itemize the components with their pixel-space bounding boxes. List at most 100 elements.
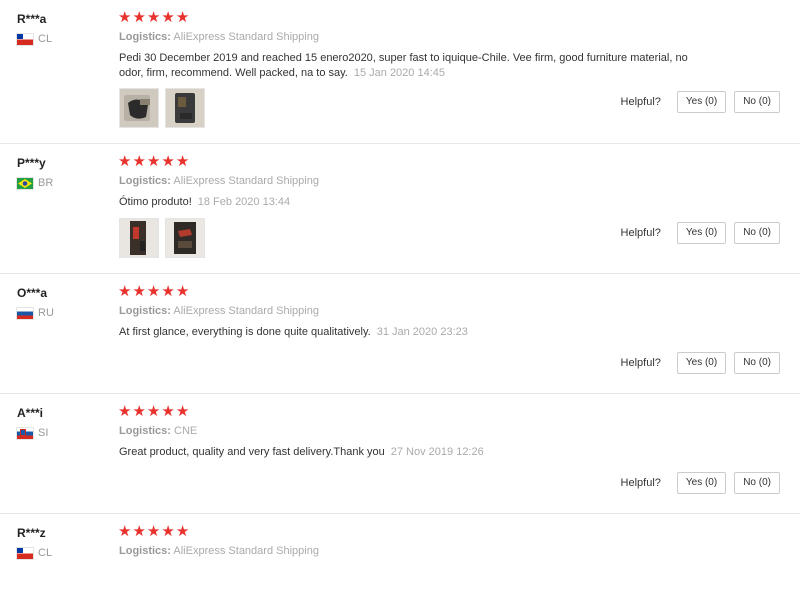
helpful-vote: Helpful? Yes (0) No (0) bbox=[621, 352, 780, 374]
review-item: P***y BR ★ ★ ★ ★ ★ Logistics: AliExpress… bbox=[0, 144, 800, 274]
review-body: Great product, quality and very fast del… bbox=[119, 446, 385, 458]
logistics-label: Logistics: bbox=[119, 175, 171, 187]
logistics-label: Logistics: bbox=[119, 305, 171, 317]
brazil-flag-icon bbox=[17, 177, 33, 189]
reviewer-name: P***y bbox=[17, 156, 46, 170]
logistics-value: AliExpress Standard Shipping bbox=[173, 545, 319, 557]
logistics-info: Logistics: CNE bbox=[119, 425, 197, 437]
reviewer-country: RU bbox=[17, 307, 54, 319]
star-icon: ★ bbox=[175, 523, 190, 540]
reviewer-name: R***z bbox=[17, 526, 46, 540]
star-icon: ★ bbox=[161, 523, 175, 540]
product-photo-icon bbox=[120, 219, 158, 257]
star-icon: ★ bbox=[146, 523, 161, 540]
helpful-vote: Helpful? Yes (0) No (0) bbox=[621, 472, 780, 494]
star-icon: ★ bbox=[146, 283, 161, 300]
star-icon: ★ bbox=[118, 523, 132, 540]
star-icon: ★ bbox=[132, 9, 146, 26]
russia-flag-icon bbox=[17, 307, 33, 319]
star-rating: ★ ★ ★ ★ ★ bbox=[118, 154, 190, 169]
star-icon: ★ bbox=[146, 403, 161, 420]
star-icon: ★ bbox=[161, 403, 175, 420]
logistics-info: Logistics: AliExpress Standard Shipping bbox=[119, 545, 319, 557]
star-icon: ★ bbox=[132, 153, 146, 170]
helpful-vote: Helpful? Yes (0) No (0) bbox=[621, 222, 780, 244]
reviewer-name: O***a bbox=[17, 286, 48, 300]
logistics-info: Logistics: AliExpress Standard Shipping bbox=[119, 305, 319, 317]
star-icon: ★ bbox=[132, 403, 146, 420]
star-icon: ★ bbox=[175, 153, 190, 170]
star-icon: ★ bbox=[175, 283, 190, 300]
logistics-info: Logistics: AliExpress Standard Shipping bbox=[119, 31, 319, 43]
slovenia-flag-icon bbox=[17, 427, 33, 439]
reviewer-name: A***i bbox=[17, 406, 44, 420]
helpful-label: Helpful? bbox=[620, 477, 661, 489]
review-date: 31 Jan 2020 23:23 bbox=[376, 326, 468, 338]
logistics-value: AliExpress Standard Shipping bbox=[173, 175, 319, 187]
country-code: BR bbox=[38, 177, 54, 189]
logistics-label: Logistics: bbox=[119, 31, 171, 43]
helpful-yes-button[interactable]: Yes (0) bbox=[676, 472, 727, 494]
helpful-no-button[interactable]: No (0) bbox=[734, 472, 780, 494]
reviewer-country: CL bbox=[17, 33, 52, 45]
helpful-no-button[interactable]: No (0) bbox=[734, 91, 780, 113]
reviewer-name: R***a bbox=[17, 12, 47, 26]
star-icon: ★ bbox=[118, 283, 132, 300]
country-code: SI bbox=[38, 427, 49, 439]
review-item: A***i SI ★ ★ ★ ★ ★ Logistics: CNE Great … bbox=[0, 394, 800, 514]
country-code: CL bbox=[38, 547, 53, 559]
review-photos bbox=[119, 218, 211, 258]
review-date: 15 Jan 2020 14:45 bbox=[353, 67, 445, 79]
review-item: R***a CL ★ ★ ★ ★ ★ Logistics: AliExpress… bbox=[0, 0, 800, 144]
review-body: At first glance, everything is done quit… bbox=[119, 326, 371, 338]
review-text: Great product, quality and very fast del… bbox=[119, 445, 709, 460]
helpful-yes-button[interactable]: Yes (0) bbox=[676, 352, 727, 374]
logistics-label: Logistics: bbox=[119, 425, 171, 437]
product-photo-icon bbox=[166, 219, 204, 257]
review-photo-thumbnail[interactable] bbox=[119, 218, 159, 258]
helpful-yes-button[interactable]: Yes (0) bbox=[676, 91, 727, 113]
chile-flag-icon bbox=[17, 33, 33, 45]
review-photo-thumbnail[interactable] bbox=[165, 88, 205, 128]
star-icon: ★ bbox=[161, 153, 175, 170]
star-icon: ★ bbox=[118, 9, 132, 26]
country-code: CL bbox=[38, 33, 53, 45]
product-photo-icon bbox=[120, 89, 158, 127]
reviewer-country: CL bbox=[17, 547, 52, 559]
star-icon: ★ bbox=[175, 403, 190, 420]
logistics-label: Logistics: bbox=[119, 545, 171, 557]
helpful-no-button[interactable]: No (0) bbox=[734, 352, 780, 374]
review-item: R***z CL ★ ★ ★ ★ ★ Logistics: AliExpress… bbox=[0, 514, 800, 594]
helpful-label: Helpful? bbox=[620, 357, 661, 369]
product-photo-icon bbox=[166, 89, 204, 127]
review-photo-thumbnail[interactable] bbox=[165, 218, 205, 258]
review-date: 18 Feb 2020 13:44 bbox=[197, 196, 291, 208]
review-photo-thumbnail[interactable] bbox=[119, 88, 159, 128]
review-item: O***a RU ★ ★ ★ ★ ★ Logistics: AliExpress… bbox=[0, 274, 800, 394]
review-body: Ótimo produto! bbox=[119, 196, 192, 208]
logistics-value: CNE bbox=[174, 425, 198, 437]
helpful-label: Helpful? bbox=[620, 227, 661, 239]
star-icon: ★ bbox=[132, 283, 146, 300]
logistics-value: AliExpress Standard Shipping bbox=[173, 31, 319, 43]
logistics-value: AliExpress Standard Shipping bbox=[173, 305, 319, 317]
chile-flag-icon bbox=[17, 547, 33, 559]
helpful-vote: Helpful? Yes (0) No (0) bbox=[621, 91, 780, 113]
star-rating: ★ ★ ★ ★ ★ bbox=[118, 404, 190, 419]
review-feed: R***a CL ★ ★ ★ ★ ★ Logistics: AliExpress… bbox=[0, 0, 800, 570]
review-text: At first glance, everything is done quit… bbox=[119, 325, 709, 340]
star-icon: ★ bbox=[161, 283, 175, 300]
helpful-label: Helpful? bbox=[620, 96, 661, 108]
star-icon: ★ bbox=[118, 153, 132, 170]
star-icon: ★ bbox=[118, 403, 132, 420]
logistics-info: Logistics: AliExpress Standard Shipping bbox=[119, 175, 319, 187]
star-rating: ★ ★ ★ ★ ★ bbox=[118, 524, 190, 539]
review-text: Pedi 30 December 2019 and reached 15 ene… bbox=[119, 51, 709, 81]
star-icon: ★ bbox=[146, 153, 161, 170]
helpful-no-button[interactable]: No (0) bbox=[734, 222, 780, 244]
star-icon: ★ bbox=[146, 9, 161, 26]
helpful-yes-button[interactable]: Yes (0) bbox=[676, 222, 727, 244]
star-icon: ★ bbox=[132, 523, 146, 540]
star-rating: ★ ★ ★ ★ ★ bbox=[118, 10, 190, 25]
country-code: RU bbox=[38, 307, 54, 319]
